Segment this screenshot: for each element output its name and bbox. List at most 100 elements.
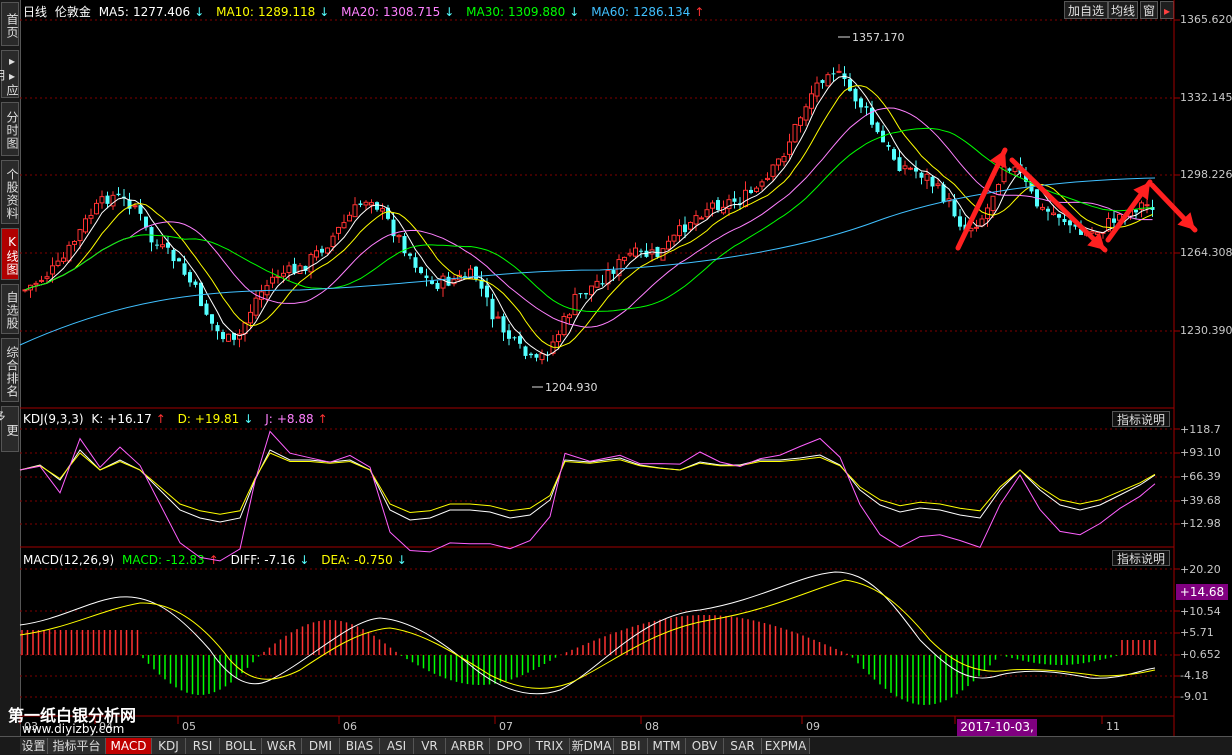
candle-body-down [958,216,962,227]
macd-y-tick: +5.71 [1180,626,1214,639]
indicator-tab-vr[interactable]: VR [414,738,446,754]
candle-body-down [941,184,946,203]
candle-body-down [870,107,874,125]
candle-body-up [325,247,330,254]
candle-body-up [1040,206,1045,210]
x-month-label: 08 [645,720,659,733]
candle-body-up [787,141,792,155]
indicator-tab-kdj[interactable]: KDJ [152,738,186,754]
kdj-y-tick: +66.39 [1180,470,1221,483]
candle-body-down [408,253,412,256]
candle-body-down [886,144,891,147]
candle-body-down [375,202,379,210]
candle-body-up [809,93,814,109]
candle-body-down [859,98,863,108]
candle-body-up [825,74,831,87]
candle-body-up [974,226,979,229]
candle-body-down [435,282,440,289]
candle-body-up [671,234,677,242]
x-month-label: 06 [343,720,357,733]
candle-body-down [1007,168,1012,171]
candle-body-up [561,315,567,336]
y-tick-label: 1264.308 [1180,246,1232,259]
candle-body-up [1051,212,1056,216]
indicator-tab-trix[interactable]: TRIX [530,738,570,754]
candle-body-down [144,216,148,228]
indicator-tab-dma[interactable]: 新DMA [570,738,614,754]
kdj-y-tick: +12.98 [1180,517,1221,530]
macd-y-tick: -9.01 [1180,690,1209,703]
indicator-tab-expma[interactable]: EXPMA [762,738,810,754]
indicator-tab-macd[interactable]: MACD [106,738,152,754]
candle-body-up [798,117,803,126]
x-month-label: 05 [182,720,196,733]
candle-body-up [754,187,759,192]
indicator-tab-sar[interactable]: SAR [724,738,762,754]
candle-body-up [765,177,770,181]
candle-body-up [77,229,83,242]
indicator-tab-[interactable]: 指标平台 [48,738,106,754]
indicator-tab-[interactable]: 设置 [20,738,48,754]
candle-body-down [171,249,176,262]
candle-body-down [749,189,753,193]
candle-body-down [853,88,858,102]
candle-body-down [930,176,935,187]
candle-body-up [253,297,259,316]
candle-body-up [341,222,347,229]
candle-body-up [281,272,286,277]
candle-body-down [1062,219,1067,223]
candle-body-down [210,314,214,324]
candle-body-down [485,285,489,298]
extreme-markers [532,36,850,388]
candle-body-down [831,73,836,75]
candle-body-up [990,195,996,212]
indicator-tab-bbi[interactable]: BBI [614,738,648,754]
candle-body-down [320,248,324,253]
x-month-label: 11 [1106,720,1120,733]
candle-body-up [61,257,66,262]
candle-body-up [39,279,44,282]
candle-body-up [314,250,319,258]
candle-body-up [308,254,314,273]
candle-body-up [759,181,765,187]
candle-body-down [611,270,616,274]
candle-body-down [518,336,522,344]
indicator-tab-wr[interactable]: W&R [262,738,302,754]
candle-body-up [88,214,94,219]
candle-body-up [248,311,253,324]
macd-y-tick: +20.20 [1180,563,1221,576]
moving-average-lines [19,75,1156,356]
indicator-tab-obv[interactable]: OBV [686,738,724,754]
x-month-label: 07 [499,720,513,733]
candle-body-down [897,157,902,171]
candle-body-up [633,247,638,257]
candle-body-down [424,275,429,279]
candle-body-up [803,106,809,121]
kdj-y-tick: +93.10 [1180,446,1221,459]
candle-body-down [507,330,511,339]
candle-body-up [132,205,138,208]
candle-body-up [770,164,776,177]
y-tick-label: 1365.620 [1180,13,1232,26]
candlesticks [22,64,1155,365]
indicator-tab-boll[interactable]: BOLL [220,738,262,754]
indicator-tab-dpo[interactable]: DPO [490,738,530,754]
kline-chart[interactable] [0,0,1232,736]
candle-body-up [622,256,627,261]
candle-body-down [358,203,363,206]
candle-body-up [567,314,572,319]
candle-body-down [578,293,583,295]
indicator-tab-mtm[interactable]: MTM [648,738,686,754]
indicator-tab-arbr[interactable]: ARBR [446,738,490,754]
candle-body-down [292,263,297,274]
indicator-tab-bias[interactable]: BIAS [340,738,380,754]
indicator-tab-dmi[interactable]: DMI [302,738,340,754]
candle-body-up [792,123,798,143]
macd-y-tick: +10.54 [1180,605,1221,618]
ma60-line [19,177,1156,346]
indicator-tab-asi[interactable]: ASI [380,738,414,754]
indicator-tab-rsi[interactable]: RSI [186,738,220,754]
x-month-label: 09 [806,720,820,733]
candle-body-up [693,215,699,225]
ma10-line [24,85,1153,348]
